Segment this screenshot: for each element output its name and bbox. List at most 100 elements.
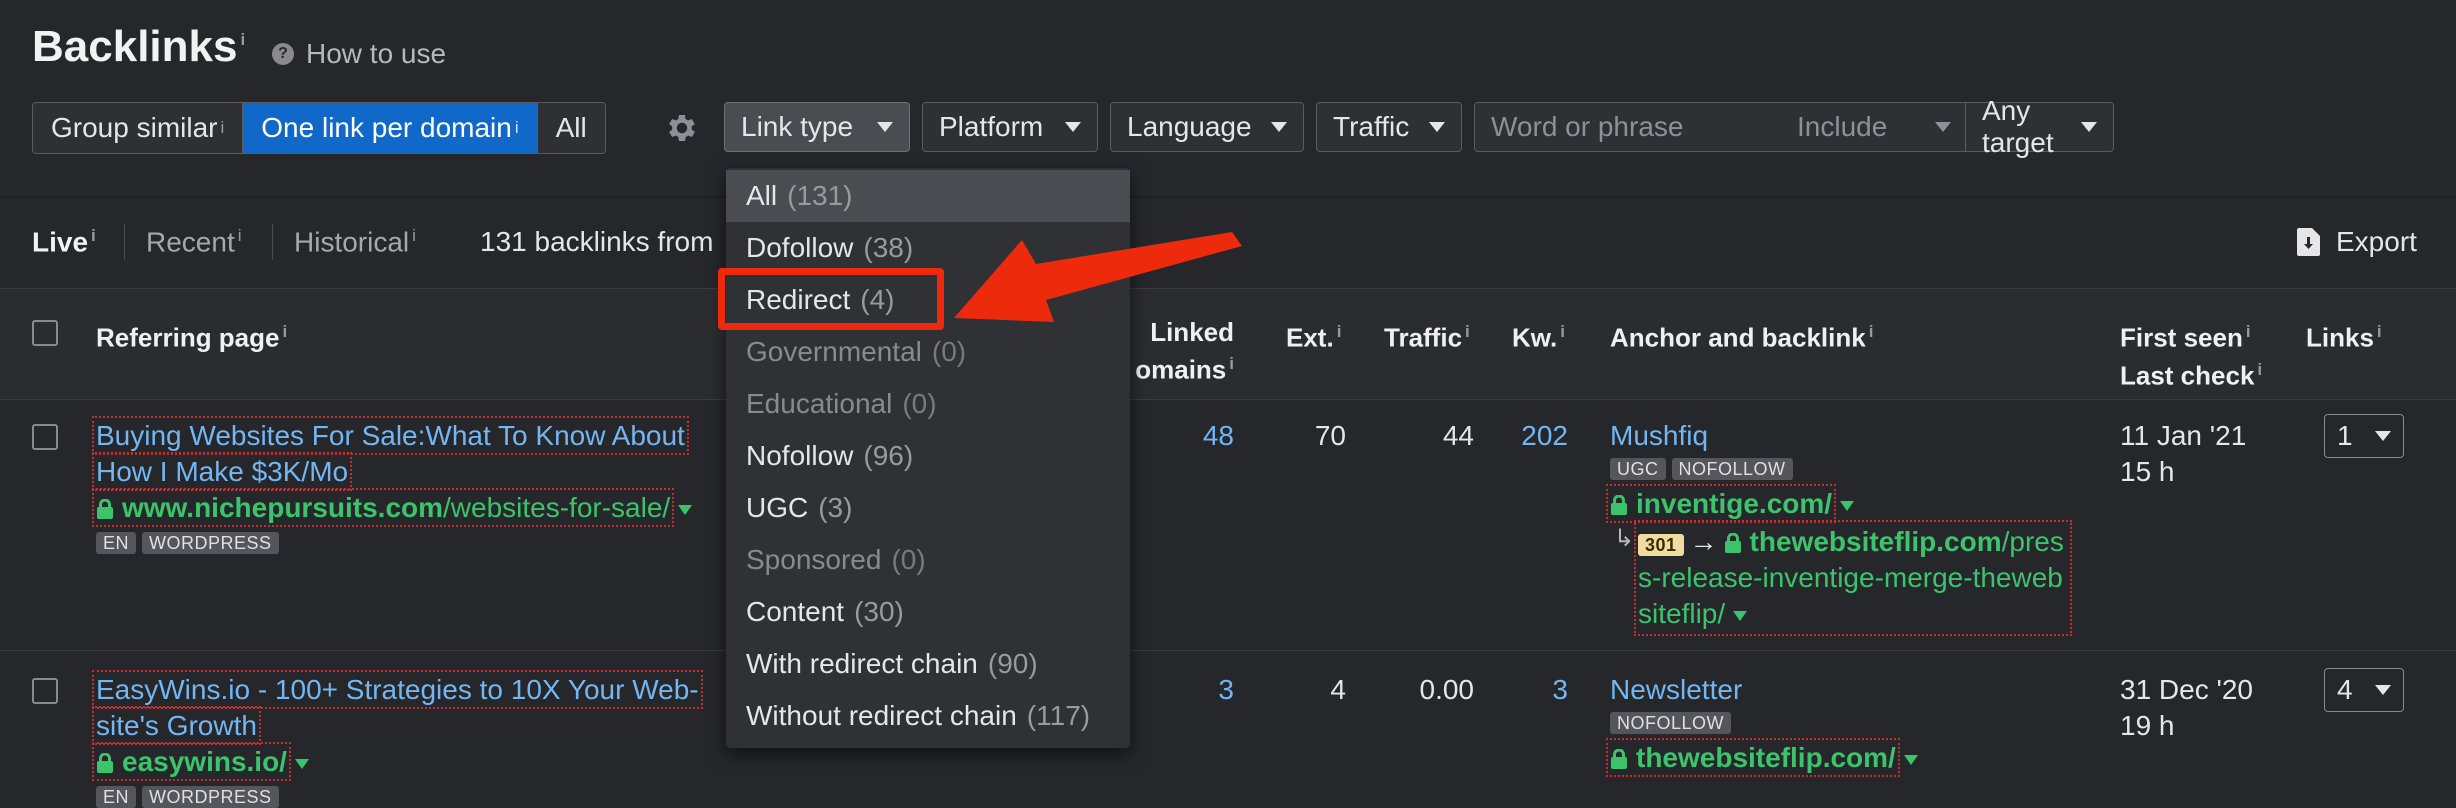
nofollow-tag: NOFOLLOW [1671, 458, 1793, 480]
kw-value[interactable]: 3 [1490, 674, 1568, 706]
page-title: Backlinks i [32, 22, 246, 71]
redirect-code-badge: 301 [1638, 534, 1684, 556]
platform-tag: WORDPRESS [142, 532, 279, 554]
table-row: Buying Websites For Sale:What To Know Ab… [91, 416, 696, 554]
linked-domains-value[interactable]: 48 [1130, 420, 1234, 452]
lock-icon [1611, 495, 1627, 515]
anchor-backlink-cell: Newsletter NOFOLLOW thewebsiteflip.com/ [1606, 672, 2080, 777]
menu-item-all[interactable]: All (131) [726, 170, 1130, 222]
url-menu-icon[interactable] [1903, 754, 1918, 765]
divider [0, 196, 2456, 198]
linked-domains-value[interactable]: 3 [1130, 674, 1234, 706]
redirect-chain: ↳ 301 → thewebsiteflip.com/pres s-release-… [1610, 520, 2080, 636]
menu-item-sponsored[interactable]: Sponsored (0) [726, 534, 1130, 586]
help-icon: ? [272, 43, 294, 65]
url-menu-icon[interactable] [1733, 610, 1748, 621]
ugc-tag: UGC [1610, 458, 1666, 480]
annotation-arrow-icon [954, 232, 1242, 322]
row-checkbox[interactable] [32, 678, 58, 704]
group-similar-button[interactable]: Group similar i [33, 103, 243, 153]
backlink-url[interactable]: inventige.com/ [1605, 484, 1837, 523]
column-header-ext[interactable]: Ext. i [1286, 316, 1341, 354]
one-link-per-domain-button[interactable]: One link per domain i [242, 103, 537, 153]
gear-icon[interactable] [664, 110, 700, 146]
menu-item-ugc[interactable]: UGC (3) [726, 482, 1130, 534]
tab-recent[interactable]: Recent i [146, 226, 242, 258]
backlinks-summary: 131 backlinks from [480, 226, 714, 257]
last-check-time: 15 h [2120, 456, 2175, 487]
url-menu-icon[interactable] [1840, 500, 1855, 511]
anchor-text: Newsletter [1610, 674, 1743, 705]
include-dropdown[interactable]: Include [1797, 103, 1965, 151]
last-check-time: 19 h [2120, 710, 2175, 741]
export-icon [2297, 228, 2320, 256]
chevron-down-icon [1429, 122, 1445, 132]
link-type-dropdown[interactable]: Link type [724, 102, 910, 152]
highlight-box [718, 268, 944, 330]
chevron-down-icon [877, 122, 893, 132]
table-row: EasyWins.io - 100+ Strategies to 10X You… [92, 670, 716, 808]
lock-icon [97, 499, 113, 519]
traffic-value: 44 [1442, 420, 1474, 451]
chevron-down-icon [2375, 685, 2391, 695]
anchor-backlink-cell: Mushfiq UGC NOFOLLOW inventige.com/ ↳ 301… [1605, 418, 2080, 636]
row-checkbox[interactable] [32, 424, 58, 450]
links-count-select[interactable]: 4 [2324, 668, 2404, 712]
how-to-use-link[interactable]: ? How to use [272, 38, 446, 70]
language-tag: EN [96, 786, 137, 808]
column-header-anchor-backlink[interactable]: Anchor and backlink i [1610, 316, 1873, 354]
referring-page-link[interactable]: How I Make $3K/Mo [91, 452, 353, 491]
referring-url[interactable]: easywins.io/ [92, 742, 291, 781]
search-filter-group: Include Any target [1474, 95, 2114, 158]
redirect-target-url[interactable]: 301 → thewebsiteflip.com/pres s-release-in… [1634, 520, 2072, 636]
dates-cell: 31 Dec '20 19 h [2120, 672, 2253, 744]
select-all-checkbox[interactable] [32, 320, 58, 346]
links-count-select[interactable]: 1 [2324, 414, 2404, 458]
language-tag: EN [96, 532, 137, 554]
kw-value[interactable]: 202 [1490, 420, 1568, 452]
platform-tag: WORDPRESS [142, 786, 279, 808]
platform-dropdown[interactable]: Platform [922, 102, 1098, 152]
first-seen-date: 11 Jan '21 [2120, 420, 2247, 451]
url-menu-icon[interactable] [678, 504, 693, 515]
any-target-dropdown[interactable]: Any target [1965, 95, 2113, 158]
language-dropdown[interactable]: Language [1110, 102, 1304, 152]
menu-item-nofollow[interactable]: Nofollow (96) [726, 430, 1130, 482]
export-button[interactable]: Export [2296, 226, 2417, 258]
menu-item-content[interactable]: Content (30) [726, 586, 1130, 638]
divider [272, 224, 273, 260]
menu-item-educational[interactable]: Educational (0) [726, 378, 1130, 430]
nofollow-tag: NOFOLLOW [1610, 712, 1732, 734]
referring-url[interactable]: www.nichepursuits.com/websites-for-sale/ [91, 488, 675, 527]
column-header-traffic[interactable]: Traffic i [1384, 316, 1470, 354]
chevron-down-icon [1935, 122, 1951, 132]
redirect-branch-icon: ↳ [1614, 525, 1635, 552]
chevron-down-icon [1271, 122, 1287, 132]
url-menu-icon[interactable] [294, 758, 309, 769]
anchor-text: Mushfiq [1610, 420, 1709, 451]
all-button[interactable]: All [536, 103, 605, 153]
search-input[interactable] [1475, 103, 1797, 151]
traffic-dropdown[interactable]: Traffic [1316, 102, 1462, 152]
column-header-links[interactable]: Links i [2306, 316, 2382, 354]
grouping-segmented-control: Group similar i One link per domain i All [32, 102, 606, 154]
backlink-url[interactable]: thewebsiteflip.com/ [1606, 738, 1900, 777]
referring-page-link[interactable]: EasyWins.io - 100+ Strategies to 10X You… [92, 670, 703, 709]
dates-cell: 11 Jan '21 15 h [2120, 418, 2246, 490]
lock-icon [1724, 533, 1741, 553]
tab-historical[interactable]: Historical i [294, 226, 416, 258]
ext-value: 4 [1330, 674, 1346, 705]
tab-live[interactable]: Live i [32, 226, 96, 258]
lock-icon [1611, 749, 1627, 769]
referring-page-link[interactable]: site's Growth [92, 706, 261, 745]
chevron-down-icon [2081, 122, 2097, 132]
arrow-right-icon: → [1689, 526, 1718, 557]
row-divider [0, 650, 2456, 651]
referring-page-link[interactable]: Buying Websites For Sale:What To Know Ab… [92, 416, 689, 455]
menu-item-without-redirect-chain[interactable]: Without redirect chain (117) [726, 690, 1130, 742]
menu-item-with-redirect-chain[interactable]: With redirect chain (90) [726, 638, 1130, 690]
column-header-kw[interactable]: Kw. i [1512, 316, 1565, 354]
column-header-referring-page[interactable]: Referring page i [96, 316, 287, 354]
column-header-first-seen[interactable]: First seen i Last check i [2120, 316, 2262, 391]
lock-icon [97, 753, 113, 773]
